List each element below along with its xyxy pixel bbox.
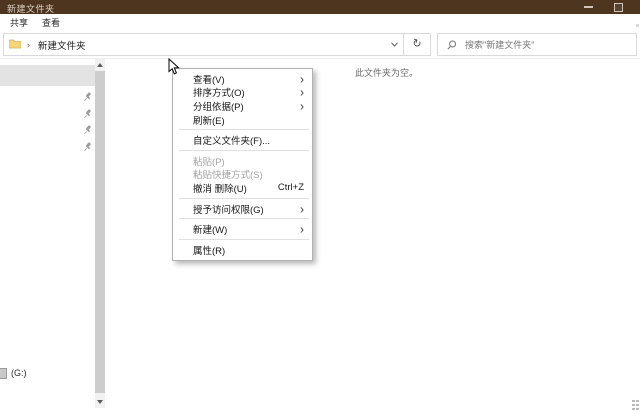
- search-box[interactable]: [437, 33, 637, 56]
- context-menu-item[interactable]: 属性(R): [173, 243, 312, 257]
- submenu-arrow-icon: ›: [300, 221, 304, 237]
- context-menu: 查看(V) › 排序方式(O) › 分组依据(P) › 刷新(E) 自定义文件夹(F)... 粘…: [172, 68, 313, 261]
- minimize-icon: [583, 6, 593, 8]
- menu-item-label: 排序方式(O): [193, 88, 245, 100]
- menu-item-label: 查看(V): [193, 74, 225, 86]
- menu-item-label: 自定义文件夹(F)...: [193, 136, 271, 148]
- breadcrumb-chevron-icon: ›: [27, 39, 30, 50]
- context-menu-item[interactable]: 授予访问权限(G) ›: [173, 202, 312, 216]
- maximize-icon: [613, 2, 623, 12]
- chevron-down-icon: [97, 400, 103, 404]
- pin-icon: [83, 89, 93, 102]
- folder-icon: [8, 36, 22, 54]
- pin-icon: [83, 139, 93, 152]
- context-menu-item[interactable]: 自定义文件夹(F)...: [173, 133, 312, 147]
- pin-icon: [83, 122, 93, 135]
- refresh-button[interactable]: ↻: [403, 33, 431, 56]
- title-bar: 新建文件夹: [0, 0, 640, 14]
- minimize-button[interactable]: [575, 0, 601, 14]
- menu-separator: [179, 129, 309, 131]
- menu-item-label: 粘贴(P): [193, 156, 225, 168]
- menu-item-label: 撤消 删除(U): [193, 183, 247, 195]
- context-menu-item[interactable]: 查看(V) ›: [173, 72, 312, 86]
- toolbar: › 新建文件夹 ↻: [0, 30, 640, 59]
- taskbar-corner-icon: [632, 400, 639, 411]
- context-menu-item[interactable]: 撤消 删除(U) Ctrl+Z: [173, 181, 312, 195]
- menu-separator: [179, 197, 309, 199]
- menu-item-label: 授予访问权限(G): [193, 204, 264, 216]
- search-input[interactable]: [463, 38, 636, 51]
- address-bar[interactable]: › 新建文件夹: [3, 33, 404, 56]
- menu-item-shortcut: Ctrl+Z: [277, 182, 304, 194]
- maximize-button[interactable]: [605, 0, 631, 14]
- scroll-down-button[interactable]: [95, 396, 105, 408]
- context-menu-item[interactable]: 新建(W) ›: [173, 221, 312, 237]
- search-icon: [447, 40, 457, 50]
- menu-separator: [179, 149, 309, 151]
- menu-item-label: 新建(W): [193, 225, 228, 237]
- context-menu-item[interactable]: 刷新(E): [173, 113, 312, 127]
- submenu-arrow-icon: ›: [300, 84, 304, 101]
- empty-folder-message: 此文件夹为空。: [355, 68, 419, 78]
- menu-item-label: 粘贴快捷方式(S): [193, 170, 263, 182]
- scroll-up-button[interactable]: [95, 59, 105, 71]
- context-menu-item: 粘贴(P): [173, 154, 312, 168]
- ribbon-tab-row: 共享 查看: [0, 14, 640, 30]
- menu-item-label: 属性(R): [193, 245, 226, 257]
- menu-item-label: 刷新(E): [193, 115, 225, 127]
- sidebar-scrollbar[interactable]: [95, 59, 105, 408]
- submenu-arrow-icon: ›: [300, 98, 304, 114]
- context-menu-item[interactable]: 排序方式(O) ›: [173, 86, 312, 100]
- submenu-arrow-icon: ›: [300, 200, 304, 217]
- drive-label: (G:): [11, 368, 27, 378]
- context-menu-item[interactable]: 分组依据(P) ›: [173, 99, 312, 113]
- address-dropdown-button[interactable]: [385, 34, 403, 55]
- sidebar-selected-item[interactable]: [0, 65, 95, 86]
- sidebar-item-drive-g[interactable]: (G:): [0, 367, 27, 379]
- context-menu-item: 粘贴快捷方式(S): [173, 168, 312, 182]
- menu-item-label: 分组依据(P): [193, 101, 244, 113]
- ribbon-expand-icon[interactable]: [636, 24, 639, 27]
- drive-icon: [0, 367, 7, 379]
- refresh-icon: ↻: [411, 37, 424, 52]
- pin-icon: [83, 106, 93, 119]
- menu-separator: [179, 238, 309, 240]
- breadcrumb[interactable]: 新建文件夹: [38, 38, 385, 52]
- tab-share[interactable]: 共享: [10, 16, 28, 29]
- chevron-up-icon: [97, 63, 103, 67]
- tab-view[interactable]: 查看: [42, 16, 60, 29]
- menu-separator: [179, 218, 309, 220]
- scrollbar-thumb[interactable]: [95, 71, 105, 393]
